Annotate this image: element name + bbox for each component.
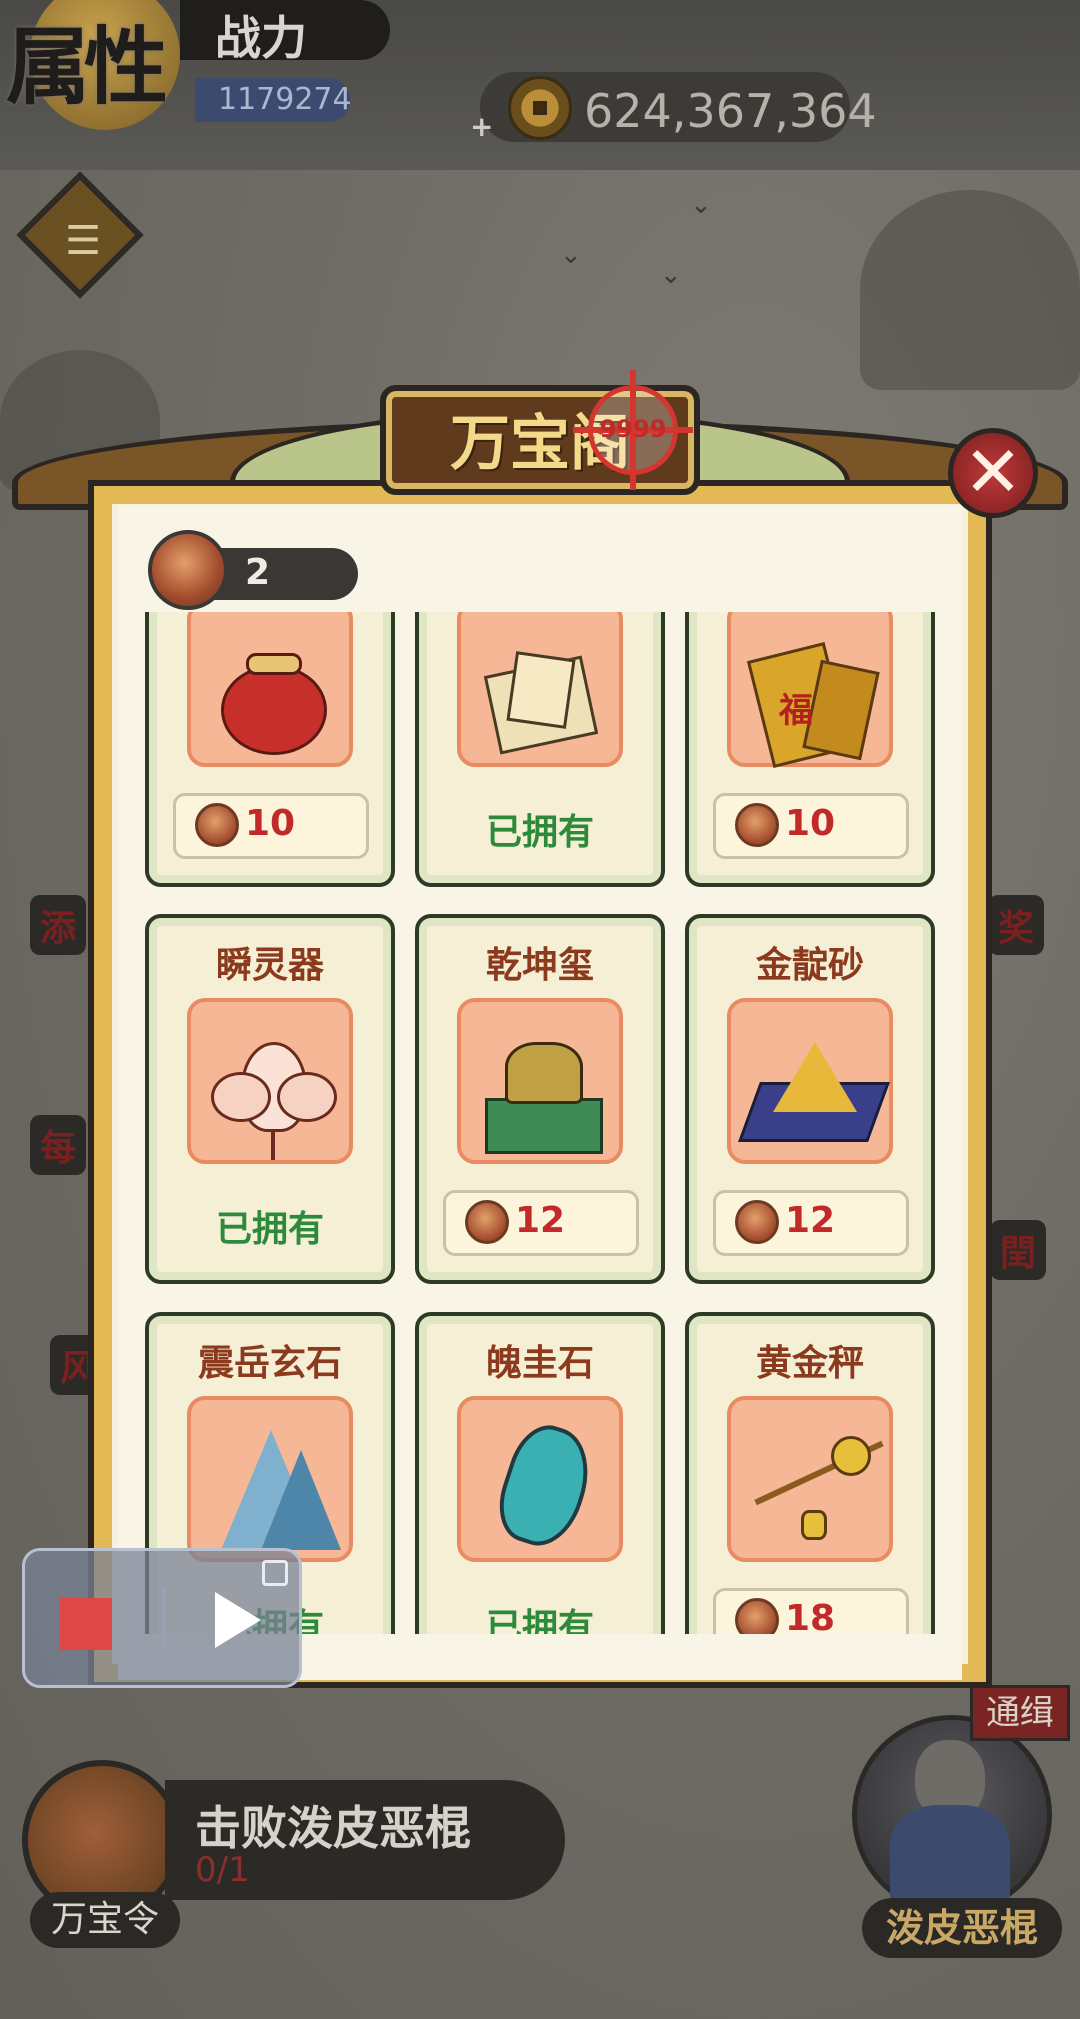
scroll-tokens-icon [457, 612, 623, 767]
token-icon [735, 1200, 779, 1244]
item-name: 乾坤玺 [485, 945, 594, 986]
power-value: 1179274 [218, 82, 352, 117]
item-price: 12 [515, 1200, 566, 1241]
bird-icon: ⌄ [660, 260, 682, 290]
item-price: 18 [785, 1598, 836, 1634]
crosshair-count: 9999 [599, 415, 667, 443]
item-name: 金靛砂 [755, 945, 864, 986]
expand-icon[interactable] [262, 1560, 288, 1586]
add-coins-button[interactable]: + [470, 110, 493, 143]
token-icon [195, 803, 239, 847]
recorder-divider [162, 1588, 165, 1650]
item-price: 10 [245, 803, 296, 844]
shop-item-card[interactable]: 魄圭石 已拥有 [415, 1312, 665, 1634]
golden-scale-icon [727, 1396, 893, 1562]
coin-value: 624,367,364 [584, 84, 877, 138]
token-icon [735, 803, 779, 847]
side-button-leap[interactable]: 閏 [990, 1220, 1047, 1280]
item-grid[interactable]: 10 已拥有 福 10 瞬灵器 已拥有 乾坤玺 12 金靛砂 12 震岳玄石 魄… [140, 612, 940, 1634]
item-name: 震岳玄石 [197, 1343, 342, 1384]
attribute-label: 属性 [6, 17, 168, 116]
power-label: 战力 [215, 11, 307, 65]
bird-icon: ⌄ [690, 190, 712, 220]
side-button-reward[interactable]: 奖 [988, 895, 1045, 955]
item-name: 瞬灵器 [215, 945, 324, 986]
wanted-tag: 通缉 [970, 1685, 1070, 1741]
close-button[interactable]: ✕ [948, 428, 1038, 518]
shop-item-card[interactable]: 金靛砂 12 [685, 914, 935, 1284]
stop-icon[interactable] [60, 1598, 112, 1650]
bird-icon: ⌄ [560, 240, 582, 270]
shop-item-card[interactable]: 黄金秤 18 [685, 1312, 935, 1634]
shop-item-card[interactable]: 乾坤玺 12 [415, 914, 665, 1284]
lotus-artifact-icon [187, 998, 353, 1164]
item-name: 魄圭石 [485, 1343, 594, 1384]
quest-token-label: 万宝令 [30, 1892, 180, 1948]
shop-item-card[interactable]: 已拥有 [415, 612, 665, 887]
owned-label: 已拥有 [215, 1209, 324, 1250]
quest-progress: 0/1 [195, 1850, 250, 1890]
lucky-bag-icon [187, 612, 353, 767]
item-price: 10 [785, 803, 836, 844]
gold-sand-icon [727, 998, 893, 1164]
owned-label: 已拥有 [485, 1607, 594, 1634]
soul-stone-icon [457, 1396, 623, 1562]
fortune-talisman-icon: 福 [727, 612, 893, 769]
list-icon: ☰ [65, 218, 101, 264]
coin-icon [508, 76, 572, 140]
side-button-daily[interactable]: 每 [30, 1115, 87, 1175]
ink-mountain [860, 190, 1080, 390]
token-icon [465, 1200, 509, 1244]
owned-label: 已拥有 [485, 812, 594, 853]
shop-item-card[interactable]: 瞬灵器 已拥有 [145, 914, 395, 1284]
boss-body [890, 1805, 1010, 1905]
token-count: 2 [245, 552, 271, 593]
crystal-ore-icon [187, 1396, 353, 1562]
side-button-add[interactable]: 添 [30, 895, 87, 955]
token-icon [148, 530, 228, 610]
item-name: 黄金秤 [755, 1343, 864, 1384]
item-price: 12 [785, 1200, 836, 1241]
dragon-seal-icon [457, 998, 623, 1164]
play-icon[interactable] [215, 1592, 261, 1648]
shop-item-card[interactable]: 福 10 [685, 612, 935, 887]
shop-item-card[interactable]: 10 [145, 612, 395, 887]
close-icon: ✕ [963, 431, 1023, 513]
quest-title: 击败泼皮恶棍 [195, 1801, 471, 1855]
token-icon [735, 1598, 779, 1634]
boss-name: 泼皮恶棍 [862, 1898, 1062, 1958]
